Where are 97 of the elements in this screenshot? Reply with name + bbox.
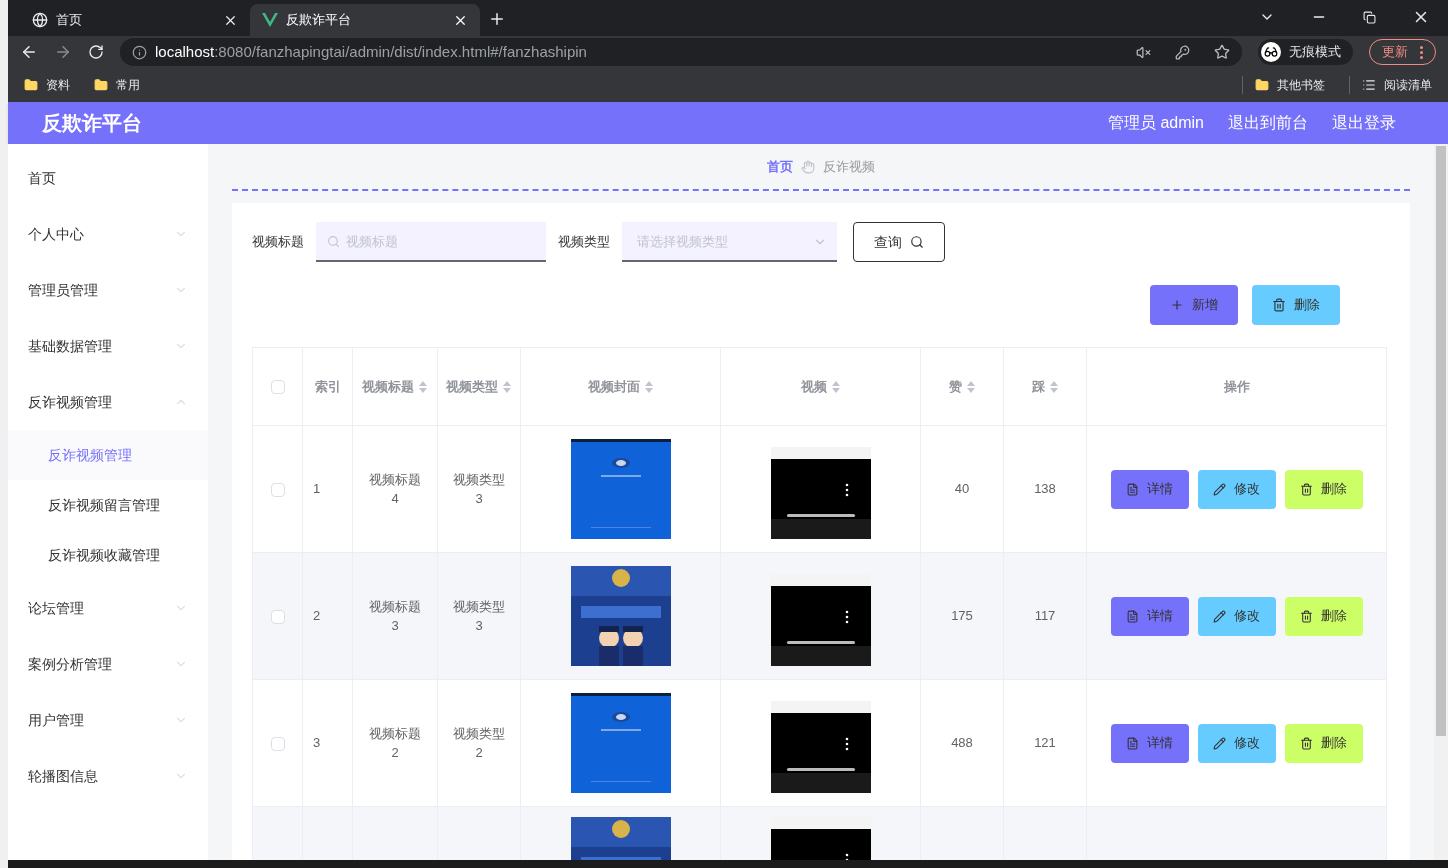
hand-icon bbox=[801, 159, 815, 174]
sidebar-item[interactable]: 个人中心 bbox=[8, 206, 208, 262]
column-header: 视频类型 bbox=[446, 377, 498, 396]
app-title: 反欺诈平台 bbox=[42, 111, 143, 136]
checkbox[interactable] bbox=[270, 609, 285, 624]
document-icon bbox=[1126, 609, 1139, 623]
table-cell: 视频类型3 bbox=[453, 598, 505, 633]
sidebar-item[interactable]: 轮播图信息 bbox=[8, 748, 208, 804]
table-cell: 138 bbox=[1034, 481, 1056, 497]
bookmark[interactable]: 常用 bbox=[94, 76, 140, 94]
breadcrumb-current: 反诈视频 bbox=[823, 157, 875, 176]
column-header: 视频 bbox=[800, 377, 827, 396]
sidebar-subitem[interactable]: 反诈视频留言管理 bbox=[8, 480, 208, 530]
delete-button[interactable]: 删除 bbox=[1284, 469, 1363, 509]
delete-button[interactable]: 删除 bbox=[1284, 596, 1363, 636]
bookmark[interactable]: 资料 bbox=[24, 76, 70, 94]
sidebar-item[interactable]: 首页 bbox=[8, 150, 208, 206]
more-icon bbox=[1420, 45, 1423, 59]
sidebar-item[interactable]: 论坛管理 bbox=[8, 580, 208, 636]
trash-icon bbox=[1300, 736, 1313, 750]
header-link[interactable]: 退出到前台 bbox=[1228, 111, 1308, 135]
restore-icon[interactable] bbox=[1363, 10, 1376, 24]
table-cell: 488 bbox=[951, 735, 973, 751]
search-icon bbox=[327, 235, 340, 248]
folder-icon bbox=[1255, 78, 1269, 92]
table-cell: 175 bbox=[951, 608, 973, 624]
sidebar-item[interactable]: 案例分析管理 bbox=[8, 636, 208, 692]
table-cell: 3 bbox=[313, 735, 321, 751]
delete-button[interactable]: 删除 bbox=[1284, 723, 1363, 763]
plus-icon bbox=[1170, 298, 1184, 312]
tab-title: 首页 bbox=[56, 11, 83, 30]
back-icon[interactable] bbox=[20, 43, 38, 61]
checkbox[interactable] bbox=[270, 736, 285, 751]
forward-icon[interactable] bbox=[54, 43, 72, 61]
checkbox[interactable] bbox=[270, 482, 285, 497]
column-header: 赞 bbox=[948, 377, 962, 396]
address-bar[interactable]: localhost:8080/fanzhapingtai/admin/dist/index.html#/fanzhashipin bbox=[120, 38, 1242, 66]
search-icon bbox=[910, 235, 924, 249]
header-link[interactable]: 退出登录 bbox=[1332, 111, 1396, 135]
table-cell: 117 bbox=[1034, 608, 1056, 624]
sidebar-item[interactable]: 用户管理 bbox=[8, 692, 208, 748]
filter-label: 视频标题 bbox=[252, 233, 304, 252]
header-link[interactable]: 管理员 admin bbox=[1107, 111, 1204, 135]
trash-icon bbox=[1300, 609, 1313, 623]
document-icon bbox=[1126, 482, 1139, 496]
browser-tab[interactable]: 反欺诈平台 bbox=[250, 4, 480, 36]
column-header: 索引 bbox=[314, 377, 341, 396]
table-cell: 121 bbox=[1034, 735, 1056, 751]
folder-icon bbox=[94, 78, 108, 92]
column-header: 操作 bbox=[1223, 377, 1250, 396]
bookmark[interactable]: 其他书签 bbox=[1242, 76, 1325, 94]
trash-icon bbox=[1272, 298, 1286, 312]
incognito-icon bbox=[1261, 42, 1281, 62]
table-cell: 40 bbox=[954, 481, 970, 497]
query-button[interactable]: 查询 bbox=[853, 222, 945, 262]
info-icon bbox=[132, 44, 147, 60]
sidebar-item[interactable]: 反诈视频管理 bbox=[8, 374, 208, 430]
table-cell: 视频类型2 bbox=[453, 725, 505, 760]
sidebar-item[interactable]: 基础数据管理 bbox=[8, 318, 208, 374]
table-cell: 2 bbox=[313, 608, 321, 624]
column-header: 踩 bbox=[1031, 377, 1045, 396]
table-cell: 视频类型3 bbox=[453, 471, 505, 506]
star-icon[interactable] bbox=[1214, 44, 1230, 60]
sidebar-subitem[interactable]: 反诈视频收藏管理 bbox=[8, 530, 208, 580]
list-icon bbox=[1362, 78, 1376, 92]
muted-speaker-icon[interactable] bbox=[1136, 44, 1151, 60]
table-cell: 视频标题3 bbox=[369, 598, 421, 633]
trash-icon bbox=[1300, 482, 1313, 496]
browser-tab[interactable]: 首页 bbox=[20, 4, 250, 36]
column-header: 视频标题 bbox=[362, 377, 414, 396]
key-icon[interactable] bbox=[1175, 44, 1190, 60]
table-cell: 1 bbox=[313, 481, 321, 497]
pencil-icon bbox=[1213, 482, 1226, 496]
edit-button[interactable]: 修改 bbox=[1197, 723, 1276, 763]
folder-icon bbox=[24, 78, 38, 92]
document-icon bbox=[1126, 736, 1139, 750]
new-tab-icon[interactable] bbox=[488, 10, 506, 28]
bookmark[interactable]: 阅读清单 bbox=[1349, 76, 1432, 94]
table-cell: 视频标题4 bbox=[369, 471, 421, 506]
tab-title: 反欺诈平台 bbox=[286, 11, 352, 30]
filter-label: 视频类型 bbox=[558, 233, 610, 252]
delete-button[interactable]: 删除 bbox=[1252, 285, 1340, 325]
pencil-icon bbox=[1213, 609, 1226, 623]
edit-button[interactable]: 修改 bbox=[1197, 596, 1276, 636]
table-cell: 视频标题2 bbox=[369, 725, 421, 760]
sidebar-item[interactable]: 管理员管理 bbox=[8, 262, 208, 318]
checkbox[interactable] bbox=[270, 380, 285, 395]
profile-chip[interactable]: 无痕模式 bbox=[1258, 39, 1353, 65]
url-text: localhost:8080/fanzhapingtai/admin/dist/index.html#/fanzhashipin bbox=[155, 41, 588, 62]
reload-icon[interactable] bbox=[88, 44, 104, 60]
globe-icon bbox=[32, 12, 48, 28]
pencil-icon bbox=[1213, 736, 1226, 750]
v-logo-icon bbox=[262, 13, 278, 27]
edit-button[interactable]: 修改 bbox=[1197, 469, 1276, 509]
sidebar-subitem[interactable]: 反诈视频管理 bbox=[8, 430, 208, 480]
column-header: 视频封面 bbox=[587, 377, 640, 396]
breadcrumb-link[interactable]: 首页 bbox=[767, 156, 793, 177]
